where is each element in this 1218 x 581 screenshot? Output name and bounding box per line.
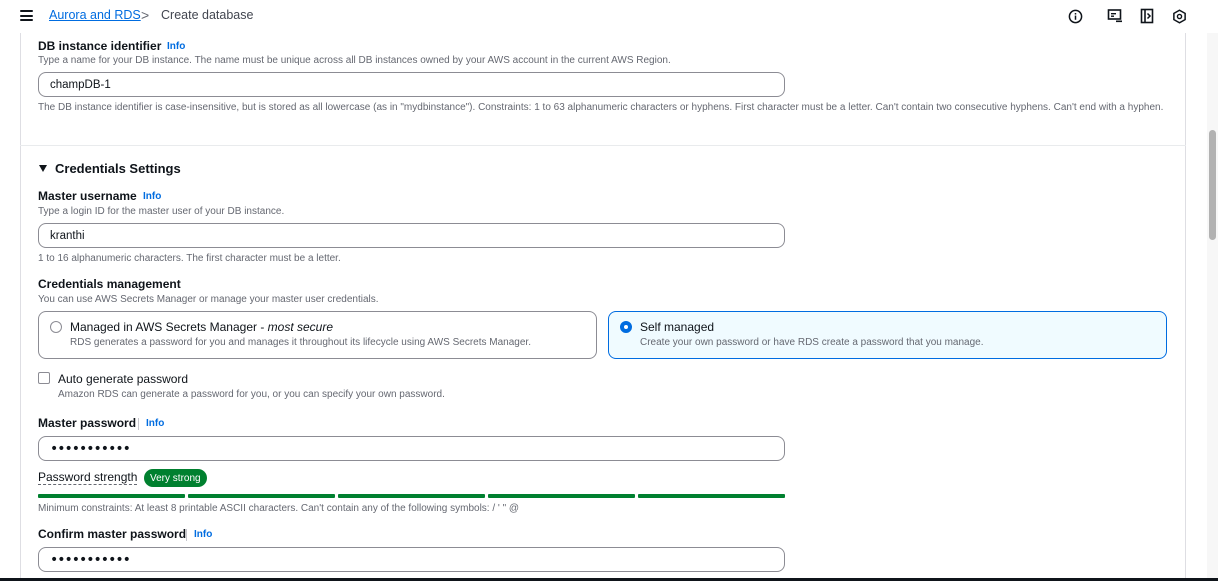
- feedback-icon[interactable]: [1107, 8, 1123, 24]
- confirm-password-input[interactable]: •••••••••••: [38, 547, 785, 572]
- radio-title-secrets-manager: Managed in AWS Secrets Manager - most se…: [70, 320, 334, 334]
- menu-icon[interactable]: [20, 10, 33, 21]
- side-panel-icon[interactable]: [1139, 8, 1155, 24]
- password-strength-segment: [38, 494, 185, 498]
- password-strength-segment: [338, 494, 485, 498]
- password-strength-segment: [488, 494, 635, 498]
- password-strength-label[interactable]: Password strength: [38, 471, 138, 485]
- master-username-constraint: 1 to 16 alphanumeric characters. The fir…: [38, 253, 341, 264]
- db-instance-info-link[interactable]: Info: [167, 41, 185, 52]
- auto-generate-password-checkbox[interactable]: [38, 372, 50, 384]
- db-instance-constraint: The DB instance identifier is case-insen…: [38, 102, 1164, 113]
- confirm-password-info-link[interactable]: Info: [194, 529, 212, 540]
- master-username-input[interactable]: kranthi: [38, 223, 785, 248]
- db-instance-identifier-label: DB instance identifier: [38, 39, 162, 53]
- password-strength-segment: [188, 494, 335, 498]
- notifications-icon[interactable]: [1171, 8, 1187, 24]
- radio-card-secrets-manager[interactable]: Managed in AWS Secrets Manager - most se…: [38, 311, 597, 359]
- radio-button-secrets-manager[interactable]: [50, 321, 62, 333]
- top-bar: Aurora and RDS > Create database: [0, 0, 1218, 33]
- radio-card-self-managed[interactable]: Self managed Create your own password or…: [608, 311, 1167, 359]
- breadcrumb-current: Create database: [161, 8, 254, 22]
- credentials-management-description: You can use AWS Secrets Manager or manag…: [38, 294, 379, 305]
- credentials-settings-title: Credentials Settings: [55, 161, 181, 176]
- db-instance-identifier-input[interactable]: champDB-1: [38, 72, 785, 97]
- credentials-management-label: Credentials management: [38, 277, 181, 291]
- radio-button-self-managed[interactable]: [620, 321, 632, 333]
- label-separator: [138, 418, 139, 430]
- password-constraint: Minimum constraints: At least 8 printabl…: [38, 503, 520, 514]
- breadcrumb-separator: >: [141, 7, 150, 23]
- master-username-info-link[interactable]: Info: [143, 191, 161, 202]
- radio-description-self-managed: Create your own password or have RDS cre…: [640, 337, 984, 348]
- password-strength-badge: Very strong: [144, 469, 207, 487]
- settings-panel: [20, 33, 1186, 581]
- caret-down-icon: [39, 165, 47, 172]
- auto-generate-password-label[interactable]: Auto generate password: [58, 372, 188, 386]
- page-scrollbar[interactable]: [1207, 33, 1218, 581]
- master-username-label: Master username: [38, 189, 137, 203]
- section-divider: [20, 145, 1186, 146]
- info-circle-icon[interactable]: [1067, 8, 1083, 24]
- auto-generate-password-description: Amazon RDS can generate a password for y…: [58, 389, 445, 400]
- breadcrumb-link-aurora-rds[interactable]: Aurora and RDS: [49, 8, 141, 22]
- radio-title-self-managed: Self managed: [640, 320, 715, 334]
- confirm-password-label: Confirm master password: [38, 527, 187, 541]
- master-password-input[interactable]: •••••••••••: [38, 436, 785, 461]
- radio-description-secrets-manager: RDS generates a password for you and man…: [70, 337, 531, 348]
- credentials-settings-toggle[interactable]: Credentials Settings: [39, 161, 181, 176]
- db-instance-description: Type a name for your DB instance. The na…: [38, 55, 671, 66]
- master-username-description: Type a login ID for the master user of y…: [38, 206, 285, 217]
- master-password-info-link[interactable]: Info: [146, 418, 164, 429]
- password-strength-segment: [638, 494, 785, 498]
- scrollbar-thumb[interactable]: [1209, 130, 1216, 240]
- master-password-label: Master password: [38, 416, 137, 430]
- label-separator: [186, 529, 187, 541]
